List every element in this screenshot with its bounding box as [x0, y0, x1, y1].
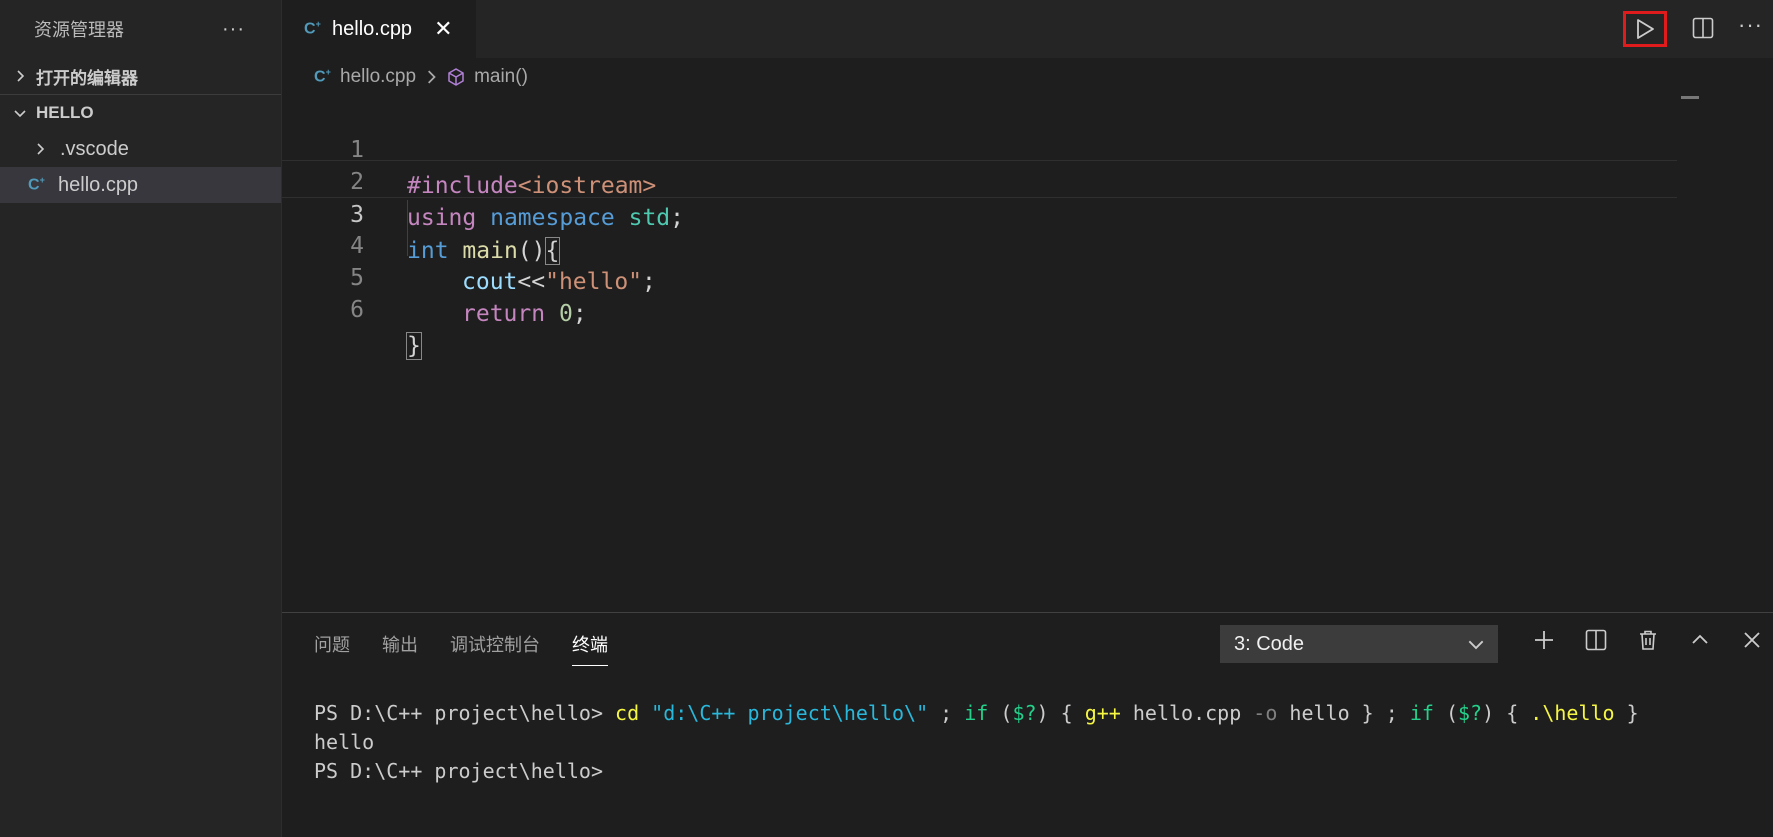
explorer-header: 资源管理器 ···	[0, 0, 281, 58]
terminal-text: ) {	[1482, 701, 1531, 725]
play-icon	[1637, 19, 1654, 39]
code-line: 5 return 0;	[282, 224, 1673, 327]
terminal-text: ) {	[1036, 701, 1085, 725]
indent-guide	[407, 200, 408, 256]
number-literal: 0	[558, 301, 573, 327]
close-brace: }	[406, 332, 422, 360]
terminal-keyword-if: if	[1409, 701, 1434, 725]
code-line: 4 cout<<"hello";	[282, 192, 1673, 295]
tree-item-vscode[interactable]: .vscode	[0, 131, 281, 167]
tree-item-label: hello.cpp	[58, 173, 139, 196]
folder-section-hello[interactable]: HELLO	[0, 94, 281, 131]
terminal-text: }	[1614, 701, 1639, 725]
tab-debug-console[interactable]: 调试控制台	[450, 631, 540, 666]
breadcrumb-file[interactable]: hello.cpp	[340, 66, 416, 88]
cpp-file-icon: C+	[314, 67, 331, 86]
method-cube-icon	[448, 68, 464, 86]
tab-problems[interactable]: 问题	[314, 631, 350, 666]
split-editor-button[interactable]	[1692, 17, 1714, 44]
open-editors-section[interactable]: 打开的编辑器	[0, 58, 281, 94]
trash-icon[interactable]	[1637, 629, 1659, 651]
chevron-down-icon	[1468, 640, 1484, 650]
terminal-var: $?	[1012, 701, 1037, 725]
terminal-output[interactable]: PS D:\C++ project\hello> cd "d:\C++ proj…	[314, 699, 1639, 786]
run-code-button[interactable]	[1623, 11, 1667, 47]
split-terminal-icon[interactable]	[1585, 629, 1607, 651]
tree-item-label: .vscode	[60, 137, 129, 160]
terminal-exe: .\hello	[1530, 701, 1615, 725]
bottom-panel: 问题 输出 调试控制台 终端 3: Code PS D:\C++ project…	[282, 612, 1773, 837]
terminal-gpp: g++	[1084, 701, 1121, 725]
breadcrumb-symbol[interactable]: main()	[474, 66, 528, 88]
panel-tabs: 问题 输出 调试控制台 终端	[314, 631, 608, 666]
cpp-file-icon: C+	[28, 175, 45, 194]
keyword-return: return	[462, 301, 546, 327]
code-editor[interactable]: 1 #include<iostream> 2 using namespace s…	[282, 96, 1773, 612]
tab-hello-cpp[interactable]: C+ hello.cpp ✕	[282, 0, 476, 58]
terminal-var: $?	[1458, 701, 1483, 725]
terminal-flag: -o	[1253, 701, 1278, 725]
terminal-prompt: PS D:\C++ project\hello>	[314, 759, 603, 783]
explorer-sidebar: 资源管理器 ··· 打开的编辑器 HELLO .vscode C+ hello.…	[0, 0, 282, 837]
terminal-program-output: hello	[314, 730, 375, 754]
terminal-text: ;	[928, 701, 965, 725]
chevron-down-icon	[14, 110, 26, 118]
terminal-text: hello } ;	[1277, 701, 1410, 725]
explorer-title: 资源管理器	[34, 20, 124, 40]
open-editors-label: 打开的编辑器	[36, 68, 138, 88]
tab-output[interactable]: 输出	[382, 631, 418, 666]
semicolon: ;	[572, 301, 587, 327]
chevron-right-icon	[17, 70, 25, 82]
code-line: 6 }	[282, 256, 1673, 360]
code-line: 2 using namespace std;	[282, 128, 1673, 231]
chevron-right-icon	[428, 70, 436, 84]
terminal-path: "d:\C++ project\hello\"	[651, 701, 929, 725]
editor-more-icon[interactable]: ···	[1738, 12, 1763, 38]
panel-actions	[1533, 629, 1763, 651]
terminal-text: (	[1433, 701, 1459, 725]
terminal-select-value: 3: Code	[1234, 632, 1305, 655]
close-icon[interactable]: ✕	[434, 16, 452, 42]
terminal-keyword-if: if	[964, 701, 989, 725]
minimap[interactable]	[1681, 96, 1767, 100]
terminal-text: (	[988, 701, 1013, 725]
line-number: 6	[350, 297, 364, 323]
terminal-prompt: PS D:\C++ project\hello>	[314, 701, 616, 725]
breadcrumb: C+ hello.cpp main()	[282, 58, 1773, 96]
chevron-up-icon[interactable]	[1689, 629, 1711, 651]
plus-icon[interactable]	[1533, 629, 1555, 651]
terminal-select[interactable]: 3: Code	[1220, 625, 1498, 663]
tree-item-hello-cpp[interactable]: C+ hello.cpp	[0, 167, 281, 203]
cpp-file-icon: C+	[304, 19, 321, 38]
folder-label: HELLO	[36, 103, 94, 122]
close-panel-icon[interactable]	[1741, 629, 1763, 651]
editor-tab-bar: C+ hello.cpp ✕ ···	[282, 0, 1773, 58]
chevron-right-icon	[37, 143, 45, 155]
terminal-cmd-cd: cd	[615, 701, 640, 725]
tab-terminal[interactable]: 终端	[572, 631, 608, 666]
terminal-text: hello.cpp	[1120, 701, 1254, 725]
more-actions-icon[interactable]: ···	[222, 18, 245, 41]
tab-label: hello.cpp	[332, 17, 413, 40]
code-line: 1 #include<iostream>	[282, 96, 1673, 199]
split-editor-icon	[1692, 17, 1714, 39]
